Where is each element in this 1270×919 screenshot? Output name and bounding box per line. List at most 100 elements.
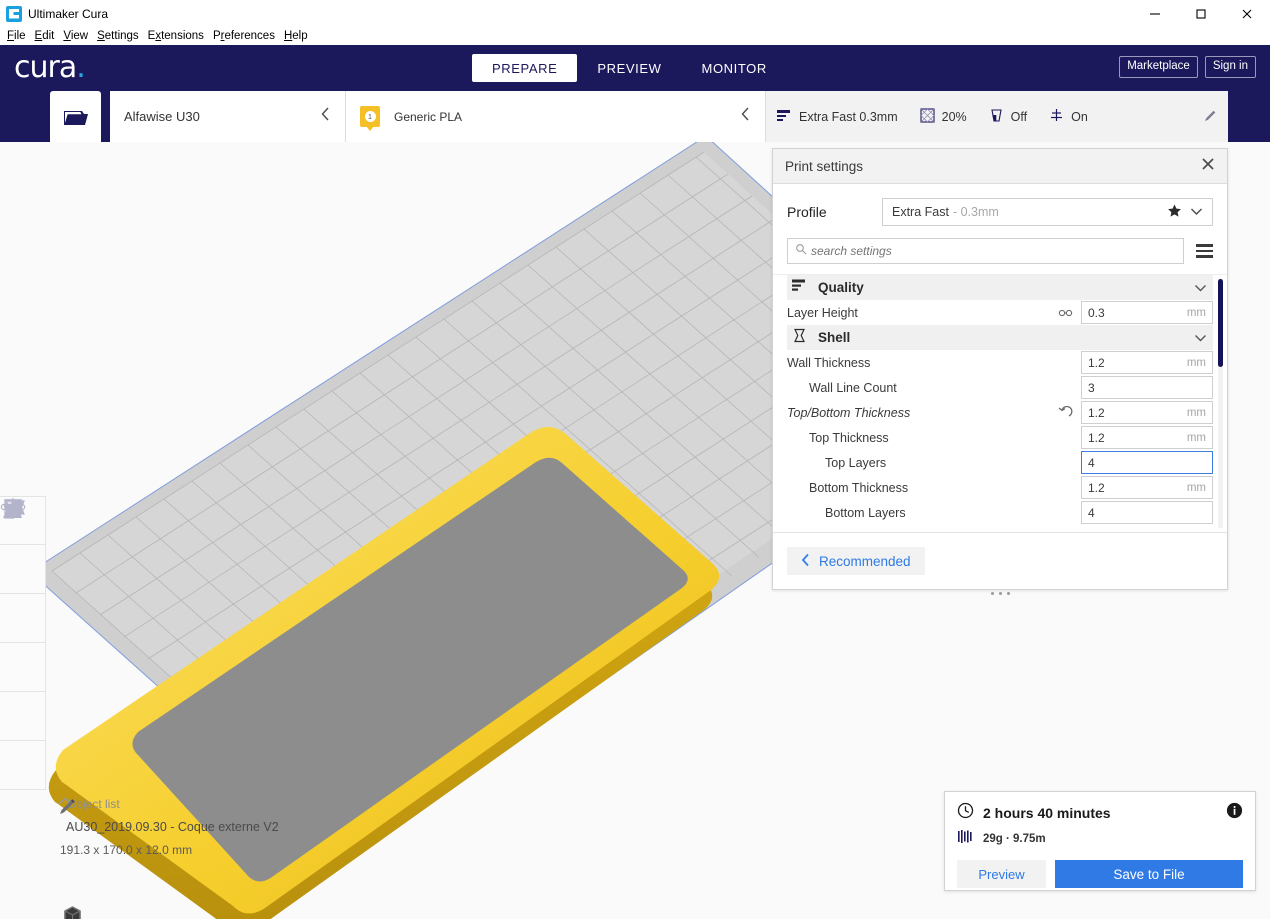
setting-unit: mm [1186,306,1206,319]
recommended-label: Recommended [819,553,911,569]
pencil-icon[interactable] [1203,108,1218,126]
menu-view[interactable]: View [63,30,88,42]
maximize-button[interactable] [1178,0,1224,27]
setting-unit: mm [1186,431,1206,444]
panel-title: Print settings [785,158,864,174]
shell-icon [791,328,808,348]
filament-icon [957,829,974,849]
settings-list[interactable]: Quality Layer Height 0.3 mm Shell Wall T… [773,274,1227,532]
print-time: 2 hours 40 minutes [983,805,1111,821]
sign-in-button[interactable]: Sign in [1204,56,1256,78]
setting-unit: mm [1186,481,1206,494]
summary-profile-label: Extra Fast 0.3mm [799,109,898,124]
list-item[interactable]: AU30_2019.09.30 - Coque externe V2 [58,799,279,834]
tab-preview[interactable]: PREVIEW [577,54,681,82]
setting-value-field[interactable]: 1.2 mm [1081,401,1213,424]
window-title: Ultimaker Cura [28,6,109,21]
setting-value-field[interactable]: 3 [1081,376,1213,399]
rotate-tool[interactable] [0,500,46,643]
category-label: Quality [818,280,864,295]
profile-sublabel: - 0.3mm [952,205,999,219]
resize-dots-handle[interactable] [773,589,1227,598]
tab-prepare[interactable]: PREPARE [472,54,578,82]
print-settings-header: Print settings [773,149,1227,184]
settings-scrollbar-thumb[interactable] [1218,279,1223,367]
summary-support-label: Off [1010,109,1028,124]
setting-value-field[interactable]: 4 [1081,451,1213,474]
setting-wall-line-count: Wall Line Count 3 [787,375,1213,400]
chevron-down-icon[interactable] [1190,205,1203,219]
open-file-button[interactable] [50,91,101,142]
object-list: Object list AU30_2019.09.30 - Coque exte… [58,797,279,857]
link-icon[interactable] [1055,307,1075,319]
profile-row: Profile Extra Fast - 0.3mm [773,184,1227,226]
setting-wall-thickness: Wall Thickness 1.2 mm [787,350,1213,375]
marketplace-button[interactable]: Marketplace [1119,56,1198,78]
star-icon[interactable] [1167,203,1182,221]
menu-preferences[interactable]: Preferences [213,30,275,42]
print-settings-summary[interactable]: Extra Fast 0.3mm 20% Off On [766,91,1228,142]
save-to-file-button[interactable]: Save to File [1055,860,1243,888]
chevron-down-icon[interactable] [1194,279,1207,297]
info-icon[interactable] [1226,802,1243,824]
menu-edit[interactable]: Edit [35,30,55,42]
material-selector[interactable]: 1 Generic PLA [346,91,766,142]
summary-support: Off [989,108,1027,126]
setting-label: Bottom Thickness [809,480,909,495]
close-icon[interactable] [1201,157,1215,175]
setting-value-field[interactable]: 1.2 mm [1081,426,1213,449]
support-blocker-tool[interactable] [0,499,46,790]
setting-value-field[interactable]: 1.2 mm [1081,351,1213,374]
object-name: AU30_2019.09.30 - Coque externe V2 [66,820,279,834]
menu-help[interactable]: Help [284,30,308,42]
setting-value-field[interactable]: 4 [1081,501,1213,524]
profile-dropdown[interactable]: Extra Fast - 0.3mm [882,198,1213,226]
setting-label: Wall Line Count [809,380,897,395]
category-shell[interactable]: Shell [787,325,1213,350]
close-button[interactable] [1224,0,1270,27]
scale-tool[interactable] [0,499,46,594]
folder-open-icon [63,110,88,125]
material-usage: 29g · 9.75m [983,833,1046,845]
chevron-down-icon[interactable] [1194,329,1207,347]
cura-wordmark: cura. [14,50,86,85]
extruder-swatch-icon: 1 [360,106,380,131]
support-blocker-icon [4,499,21,519]
cura-logo-icon [6,5,22,22]
recommended-button[interactable]: Recommended [787,547,925,575]
per-model-settings-tool[interactable] [0,500,46,741]
chevron-left-icon [740,106,751,127]
menu-file[interactable]: File [7,30,26,42]
setting-value: 4 [1088,455,1095,470]
setting-label: Top/Bottom Thickness [787,405,911,420]
setting-label: Top Thickness [809,430,889,445]
material-name: Generic PLA [394,109,463,124]
profile-value: Extra Fast [892,205,949,219]
search-icon [795,242,807,260]
tab-monitor[interactable]: MONITOR [682,54,787,82]
setting-value-field[interactable]: 1.2 mm [1081,476,1213,499]
hamburger-icon[interactable] [1196,244,1213,258]
revert-icon[interactable] [1055,405,1075,420]
layer-height-icon [776,108,792,125]
object-list-header[interactable]: Object list [58,797,279,811]
menu-settings[interactable]: Settings [97,30,139,42]
infill-20-icon [920,107,935,126]
menu-bar: File Edit View Settings Extensions Prefe… [0,27,1270,45]
printer-name: Alfawise U30 [124,109,200,124]
mirror-tool[interactable] [0,498,46,692]
setting-value: 1.2 [1088,480,1105,495]
print-settings-panel: Print settings Profile Extra Fast - 0.3m… [772,148,1228,595]
print-settings-footer: Recommended [773,532,1227,589]
setting-value-field[interactable]: 0.3 mm [1081,301,1213,324]
setting-top-bottom-thickness: Top/Bottom Thickness 1.2 mm [787,400,1213,425]
menu-extensions[interactable]: Extensions [148,30,204,42]
printer-selector[interactable]: Alfawise U30 [110,91,346,142]
preview-button[interactable]: Preview [957,860,1046,888]
search-input[interactable] [811,244,1176,258]
chevron-left-icon [320,106,331,127]
search-settings-box[interactable] [787,238,1184,264]
material-usage-row: 29g · 9.75m [957,829,1243,849]
category-quality[interactable]: Quality [787,275,1213,300]
minimize-button[interactable] [1132,0,1178,27]
